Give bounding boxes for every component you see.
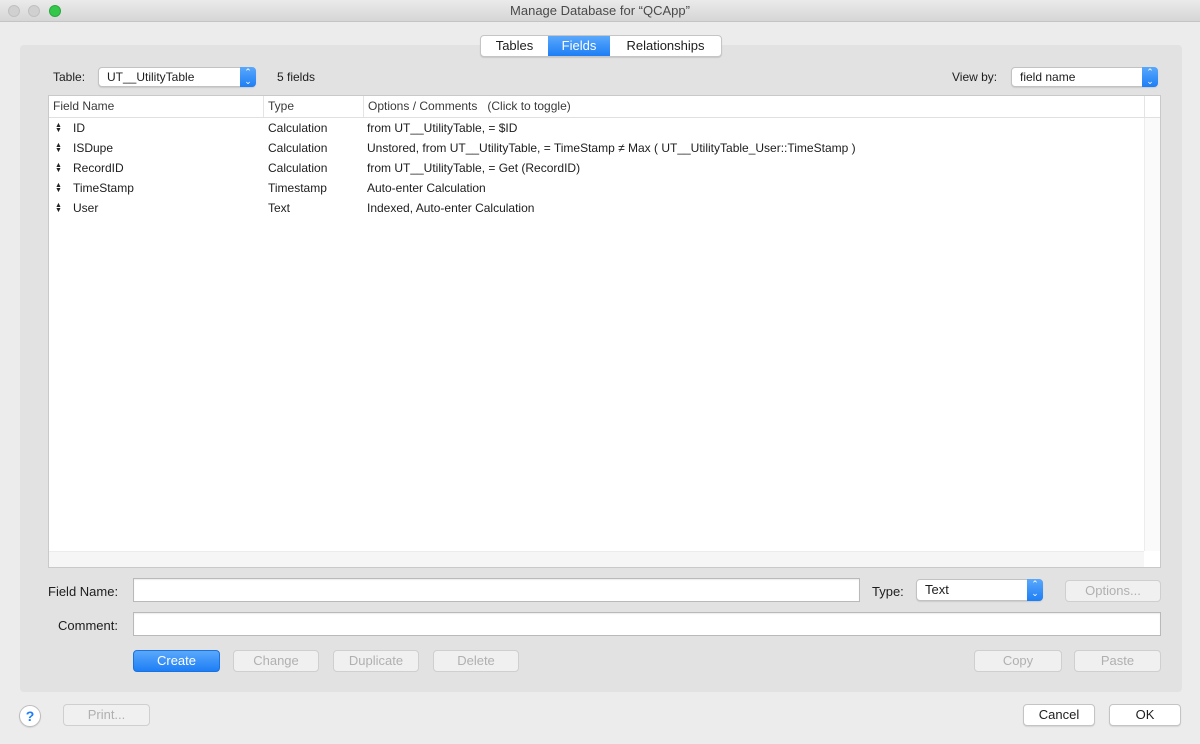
field-options-cell: from UT__UtilityTable, = $ID <box>367 121 518 135</box>
table-row[interactable]: ▲ ▼ RecordID Calculation from UT__Utility… <box>49 158 1144 178</box>
field-type-cell: Timestamp <box>268 181 327 195</box>
field-name-cell: TimeStamp <box>73 181 134 195</box>
type-select-value: Text <box>925 582 949 597</box>
field-type-cell: Text <box>268 201 291 215</box>
field-name-label: Field Name: <box>48 584 119 599</box>
comment-input[interactable] <box>133 612 1161 636</box>
drag-handle-icon[interactable]: ▲ ▼ <box>55 162 62 174</box>
drag-handle-icon[interactable]: ▲ ▼ <box>55 122 62 134</box>
field-name-cell: ID <box>73 121 85 135</box>
table-row[interactable]: ▲ ▼ ID Calculation from UT__UtilityTable,… <box>49 118 1144 138</box>
table-header: Field Name Type Options / Comments (Clic… <box>49 96 1145 118</box>
drag-handle-icon[interactable]: ▲ ▼ <box>55 182 62 194</box>
window-title: Manage Database for “QCApp” <box>510 3 690 18</box>
fields-table: Field Name Type Options / Comments (Clic… <box>48 95 1161 568</box>
vertical-scrollbar[interactable] <box>1144 118 1160 551</box>
popup-arrows-icon: ⌃ ⌄ <box>1027 579 1043 601</box>
column-header-options[interactable]: Options / Comments (Click to toggle) <box>364 96 1145 117</box>
copy-button[interactable]: Copy <box>974 650 1062 672</box>
tab-fields[interactable]: Fields <box>548 36 610 56</box>
view-by-select[interactable]: field name ⌃ ⌄ <box>1011 67 1158 87</box>
cancel-button[interactable]: Cancel <box>1023 704 1095 726</box>
create-button[interactable]: Create <box>133 650 220 672</box>
field-options-cell: Auto-enter Calculation <box>367 181 486 195</box>
popup-arrows-icon: ⌃ ⌄ <box>1142 67 1158 87</box>
duplicate-button[interactable]: Duplicate <box>333 650 419 672</box>
tab-bar: Tables Fields Relationships <box>480 35 722 57</box>
delete-button[interactable]: Delete <box>433 650 519 672</box>
table-row[interactable]: ▲ ▼ User Text Indexed, Auto-enter Calcula… <box>49 198 1144 218</box>
print-button[interactable]: Print... <box>63 704 150 726</box>
change-button[interactable]: Change <box>233 650 319 672</box>
column-header-type[interactable]: Type <box>264 96 364 117</box>
field-options-cell: from UT__UtilityTable, = Get (RecordID) <box>367 161 581 175</box>
field-name-input[interactable] <box>133 578 860 602</box>
type-select[interactable]: Text ⌃ ⌄ <box>916 579 1043 601</box>
ok-button[interactable]: OK <box>1109 704 1181 726</box>
title-bar: Manage Database for “QCApp” <box>0 0 1200 22</box>
tab-relationships[interactable]: Relationships <box>610 36 721 56</box>
view-by-select-value: field name <box>1020 70 1076 84</box>
field-count: 5 fields <box>277 70 316 84</box>
comment-label: Comment: <box>58 618 118 633</box>
paste-button[interactable]: Paste <box>1074 650 1161 672</box>
tab-tables[interactable]: Tables <box>481 36 548 56</box>
field-type-cell: Calculation <box>268 141 328 155</box>
table-row[interactable]: ▲ ▼ TimeStamp Timestamp Auto-enter Calcul… <box>49 178 1144 198</box>
table-row[interactable]: ▲ ▼ ISDupe Calculation Unstored, from UT_… <box>49 138 1144 158</box>
popup-arrows-icon: ⌃ ⌄ <box>240 67 256 87</box>
field-name-cell: User <box>73 201 99 215</box>
header-corner <box>1144 96 1160 118</box>
table-select-value: UT__UtilityTable <box>107 70 195 84</box>
field-type-cell: Calculation <box>268 121 328 135</box>
column-header-field-name[interactable]: Field Name <box>49 96 264 117</box>
help-icon[interactable]: ? <box>19 705 41 727</box>
table-select[interactable]: UT__UtilityTable ⌃ ⌄ <box>98 67 256 87</box>
field-options-cell: Unstored, from UT__UtilityTable, = TimeS… <box>367 141 856 155</box>
drag-handle-icon[interactable]: ▲ ▼ <box>55 202 62 214</box>
horizontal-scrollbar[interactable] <box>49 551 1144 567</box>
field-name-cell: ISDupe <box>73 141 114 155</box>
table-body: ▲ ▼ ID Calculation from UT__UtilityTable,… <box>49 118 1144 218</box>
view-by-label: View by: <box>952 70 998 84</box>
field-type-cell: Calculation <box>268 161 328 175</box>
table-label: Table: <box>53 70 86 84</box>
field-name-cell: RecordID <box>73 161 124 175</box>
options-button[interactable]: Options... <box>1065 580 1161 602</box>
type-label: Type: <box>872 584 904 599</box>
field-options-cell: Indexed, Auto-enter Calculation <box>367 201 535 215</box>
drag-handle-icon[interactable]: ▲ ▼ <box>55 142 62 154</box>
